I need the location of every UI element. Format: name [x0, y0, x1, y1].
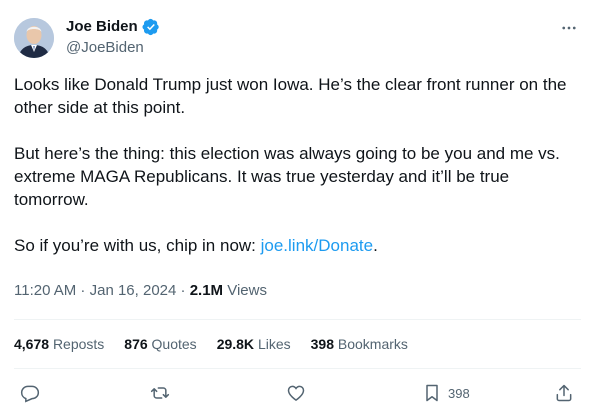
more-options-button[interactable] [557, 16, 581, 40]
tweet-text: Looks like Donald Trump just won Iowa. H… [14, 73, 579, 257]
share-icon [556, 384, 572, 402]
likes-count: 29.8K [216, 336, 255, 352]
tweet-date[interactable]: Jan 16, 2024 [90, 282, 177, 299]
divider [14, 319, 581, 320]
repost-button[interactable] [150, 383, 170, 403]
views-count: 2.1M [189, 282, 224, 299]
tweet-paragraph: So if you’re with us, chip in now: joe.l… [14, 234, 579, 257]
author-display-name[interactable]: Joe Biden [66, 17, 138, 37]
tweet-time[interactable]: 11:20 AM [14, 282, 76, 299]
author-name-row: Joe Biden [66, 17, 160, 37]
quotes-label: Quotes [151, 336, 197, 352]
reposts-count: 4,678 [14, 336, 50, 352]
avatar[interactable] [14, 18, 54, 58]
bookmark-count: 398 [448, 385, 470, 401]
views-label: Views [227, 282, 267, 299]
bookmarks-stat[interactable]: 398 Bookmarks [311, 334, 408, 354]
reply-icon [20, 385, 40, 403]
author-handle[interactable]: @JoeBiden [66, 38, 144, 58]
likes-label: Likes [257, 336, 291, 352]
more-horizontal-icon [562, 26, 576, 30]
quotes-count: 876 [124, 336, 148, 352]
tweet-paragraph: But here’s the thing: this election was … [14, 144, 560, 209]
engagement-stats: 4,678 Reposts 876 Quotes 29.8K Likes 398… [14, 334, 428, 354]
tweet-paragraph-text: So if you’re with us, chip in now: [14, 236, 261, 255]
meta-separator: · [176, 282, 190, 299]
action-bar: 398 [0, 380, 597, 410]
verified-badge-icon[interactable] [142, 18, 160, 36]
bookmarks-label: Bookmarks [337, 336, 408, 352]
share-button[interactable] [554, 383, 574, 403]
bookmarks-count: 398 [310, 336, 334, 352]
repost-icon [150, 387, 170, 399]
quotes-stat[interactable]: 876 Quotes [124, 334, 196, 354]
reposts-stat[interactable]: 4,678 Reposts [14, 334, 104, 354]
reply-button[interactable] [20, 383, 40, 403]
tweet-paragraph-text-end: . [373, 236, 378, 255]
donate-link[interactable]: joe.link/Donate [261, 236, 373, 255]
tweet-paragraph: Looks like Donald Trump just won Iowa. H… [14, 75, 567, 117]
tweet: Joe Biden @JoeBiden Looks like Donald Tr… [0, 0, 597, 410]
tweet-meta: 11:20 AM · Jan 16, 2024 · 2.1M Views [14, 281, 267, 301]
meta-separator: · [76, 282, 90, 299]
bookmark-button[interactable]: 398 [422, 383, 470, 403]
heart-icon [287, 385, 305, 401]
bookmark-icon [426, 384, 438, 402]
likes-stat[interactable]: 29.8K Likes [217, 334, 291, 354]
divider [14, 368, 581, 369]
like-button[interactable] [286, 383, 306, 403]
reposts-label: Reposts [52, 336, 105, 352]
